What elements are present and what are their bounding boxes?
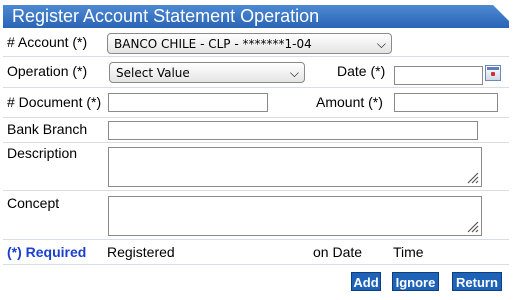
footer-info-row: (*) Required Registered on Date Time [3,240,509,265]
concept-row: Concept [3,191,509,240]
date-input[interactable] [394,66,483,85]
resize-grip-icon[interactable] [465,219,479,233]
operation-select[interactable]: Select Value ⌵ [109,62,305,83]
description-label: Description [7,145,78,161]
chevron-down-icon: ⌵ [376,37,386,51]
account-select[interactable]: BANCO CHILE - CLP - *******1-04 ⌵ [107,33,392,54]
document-input[interactable] [108,93,268,112]
return-button[interactable]: Return [452,272,502,291]
account-select-value: BANCO CHILE - CLP - *******1-04 [114,37,312,51]
branch-label: Bank Branch [7,121,88,137]
date-label: Date (*) [337,63,386,79]
resize-grip-icon[interactable] [465,170,479,184]
concept-textarea[interactable] [108,196,482,236]
calendar-icon[interactable] [485,65,501,81]
registered-label: Registered [107,244,175,260]
title-corner-decoration [493,5,509,21]
statement-operation-panel: Register Account Statement Operation # A… [3,5,509,295]
add-button[interactable]: Add [351,272,381,291]
chevron-down-icon: ⌵ [289,66,299,80]
amount-label: Amount (*) [316,94,383,110]
required-note: (*) Required [7,244,87,260]
description-textarea[interactable] [108,147,482,187]
operation-label: Operation (*) [7,63,88,79]
operation-select-value: Select Value [116,66,190,80]
on-date-label: on Date [313,244,363,260]
account-label: # Account (*) [7,34,88,50]
branch-row: Bank Branch [3,118,509,143]
account-row: # Account (*) BANCO CHILE - CLP - ******… [3,28,509,57]
document-label: # Document (*) [7,94,102,110]
description-row: Description [3,143,509,191]
amount-input[interactable] [394,93,498,112]
ignore-button[interactable]: Ignore [392,272,439,291]
concept-label: Concept [7,195,60,211]
branch-input[interactable] [108,121,478,140]
document-row: # Document (*) Amount (*) [3,88,509,118]
time-label: Time [393,244,424,260]
panel-title: Register Account Statement Operation [3,5,509,28]
operation-row: Operation (*) Select Value ⌵ Date (*) [3,57,509,88]
